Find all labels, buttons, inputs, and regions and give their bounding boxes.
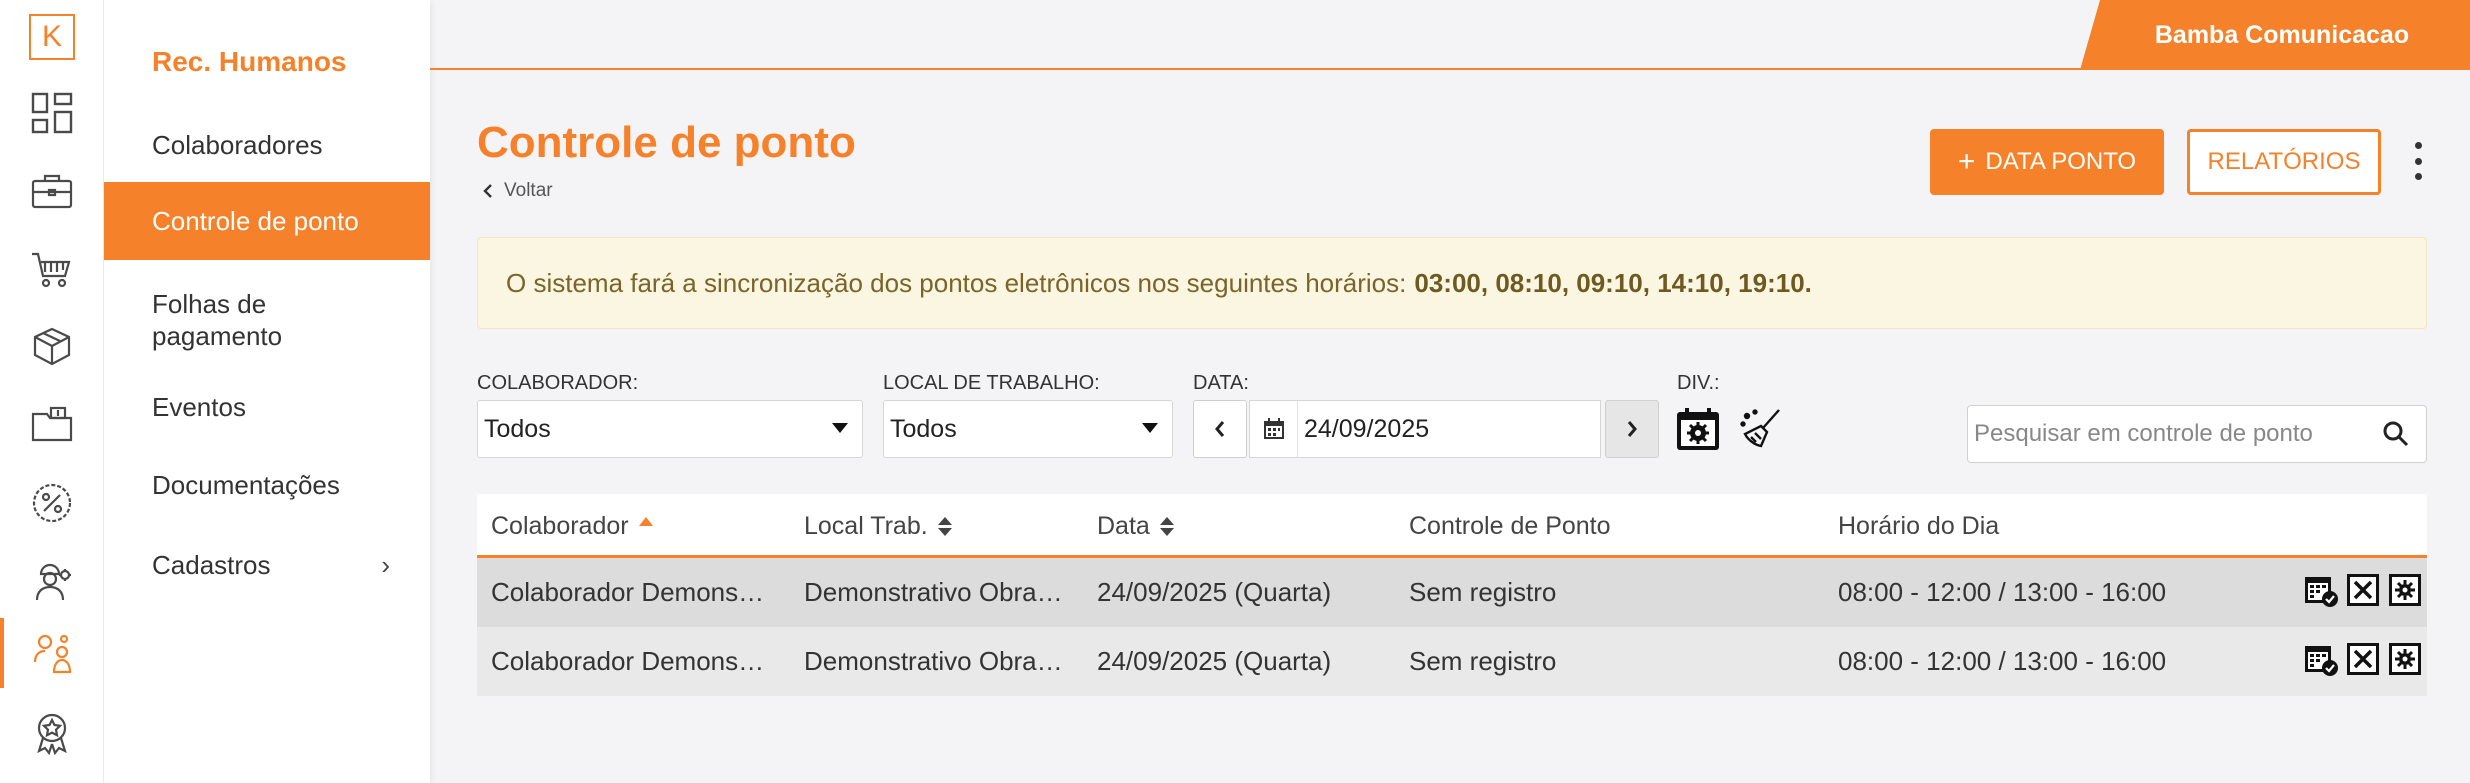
row-actions [2303,572,2423,608]
col-header-horario: Horário do Dia [1838,511,2000,540]
cell-local: Demonstrativo Obra… [804,577,1063,607]
col-header-data[interactable]: Data [1097,494,1174,558]
cell-horario: 08:00 - 12:00 / 13:00 - 16:00 [1838,646,2167,676]
briefcase-icon[interactable] [0,156,104,226]
search-box [1967,405,2427,463]
caret-down-icon [1142,423,1158,433]
colaborador-select[interactable]: Todos [477,400,863,458]
chevron-right-icon: › [381,549,390,580]
caret-down-icon [832,423,848,433]
col-header-colaborador-label: Colaborador [491,511,629,540]
close-box-icon[interactable] [2345,641,2381,677]
calendar-check-icon[interactable] [2303,572,2339,608]
hr-people-icon[interactable] [0,618,104,688]
cell-data: 24/09/2025 (Quarta) [1097,577,1332,607]
chevron-right-icon [1627,421,1637,437]
worker-icon[interactable] [0,546,104,616]
col-header-data-label: Data [1097,511,1150,540]
cell-controle: Sem registro [1409,646,1557,676]
logo-k: K [29,14,75,60]
calendar-icon[interactable] [1250,401,1298,457]
sort-asc-icon [638,516,653,526]
date-value: 24/09/2025 [1304,414,1430,443]
more-options-icon[interactable] [2404,138,2432,184]
icon-rail: K [0,0,104,783]
add-data-ponto-label: DATA PONTO [1985,148,2137,175]
sync-alert-text: O sistema fará a sincronização dos ponto… [506,267,1407,298]
award-icon[interactable] [0,698,104,768]
cell-controle: Sem registro [1409,577,1557,607]
side-menu: Rec. Humanos Colaboradores Controle de p… [104,0,430,783]
menu-section-title: Rec. Humanos [152,46,347,77]
reports-button[interactable]: RELATÓRIOS [2187,129,2381,195]
search-icon[interactable] [2382,420,2410,453]
cell-data: 24/09/2025 (Quarta) [1097,646,1332,676]
back-link[interactable]: Voltar [482,180,553,202]
next-date-button[interactable] [1605,400,1659,458]
date-field[interactable]: 24/09/2025 [1249,400,1601,458]
clear-filters-broom-icon[interactable] [1739,406,1785,452]
calendar-check-icon[interactable] [2303,641,2339,677]
close-box-icon[interactable] [2345,572,2381,608]
ponto-table: Colaborador Local Trab. Data Controle de… [477,494,2427,696]
search-input[interactable] [1974,420,2364,448]
calendar-settings-icon[interactable] [1675,406,1721,452]
box-icon[interactable] [0,312,104,382]
back-label: Voltar [504,180,553,201]
sort-icon [1159,516,1174,536]
logo[interactable]: K [0,2,104,72]
top-bar: Bamba Comunicacao [430,0,2470,70]
gear-box-icon[interactable] [2387,641,2423,677]
sync-alert-times: 03:00, 08:10, 09:10, 14:10, 19:10. [1414,267,1812,298]
col-header-controle: Controle de Ponto [1409,511,1611,540]
col-header-local-label: Local Trab. [804,511,928,540]
col-header-local[interactable]: Local Trab. [804,494,952,558]
plus-icon: + [1957,145,1976,178]
table-row[interactable]: Colaborador Demons… Demonstrativo Obra… … [477,558,2427,627]
menu-item-cadastros-label: Cadastros [152,549,271,580]
sort-icon [937,516,952,536]
table-header: Colaborador Local Trab. Data Controle de… [477,494,2427,558]
dashboard-icon[interactable] [0,78,104,148]
row-actions [2303,641,2423,677]
col-header-colaborador[interactable]: Colaborador [491,494,653,558]
menu-item-documentacoes[interactable]: Documentações [104,460,430,510]
add-data-ponto-button[interactable]: + DATA PONTO [1930,129,2164,195]
table-row[interactable]: Colaborador Demons… Demonstrativo Obra… … [477,627,2427,696]
data-label: DATA: [1193,372,1249,394]
div-label: DIV.: [1677,372,1720,394]
local-trabalho-label: LOCAL DE TRABALHO: [883,372,1100,394]
local-trabalho-select[interactable]: Todos [883,400,1173,458]
menu-item-colaboradores[interactable]: Colaboradores [104,120,430,170]
menu-item-folhas-de-pagamento[interactable]: Folhas de pagamento [104,280,364,360]
menu-item-eventos[interactable]: Eventos [104,382,430,432]
colaborador-select-value: Todos [484,414,551,443]
page-title: Controle de ponto [477,118,856,167]
sync-alert: O sistema fará a sincronização dos ponto… [477,237,2427,329]
prev-date-button[interactable] [1193,400,1247,458]
colaborador-label: COLABORADOR: [477,372,639,394]
gear-box-icon[interactable] [2387,572,2423,608]
chevron-left-icon [483,184,492,198]
cell-horario: 08:00 - 12:00 / 13:00 - 16:00 [1838,577,2167,607]
local-trabalho-select-value: Todos [890,414,957,443]
cell-colaborador: Colaborador Demons… [491,646,765,676]
percent-icon[interactable] [0,468,104,538]
finance-folder-icon[interactable] [0,390,104,460]
menu-item-controle-de-ponto[interactable]: Controle de ponto [104,182,430,260]
cell-colaborador: Colaborador Demons… [491,577,765,607]
chevron-left-icon [1215,421,1225,437]
cell-local: Demonstrativo Obra… [804,646,1063,676]
company-name[interactable]: Bamba Comunicacao [2080,0,2470,70]
menu-item-cadastros[interactable]: Cadastros › [104,540,430,590]
cart-icon[interactable] [0,234,104,304]
